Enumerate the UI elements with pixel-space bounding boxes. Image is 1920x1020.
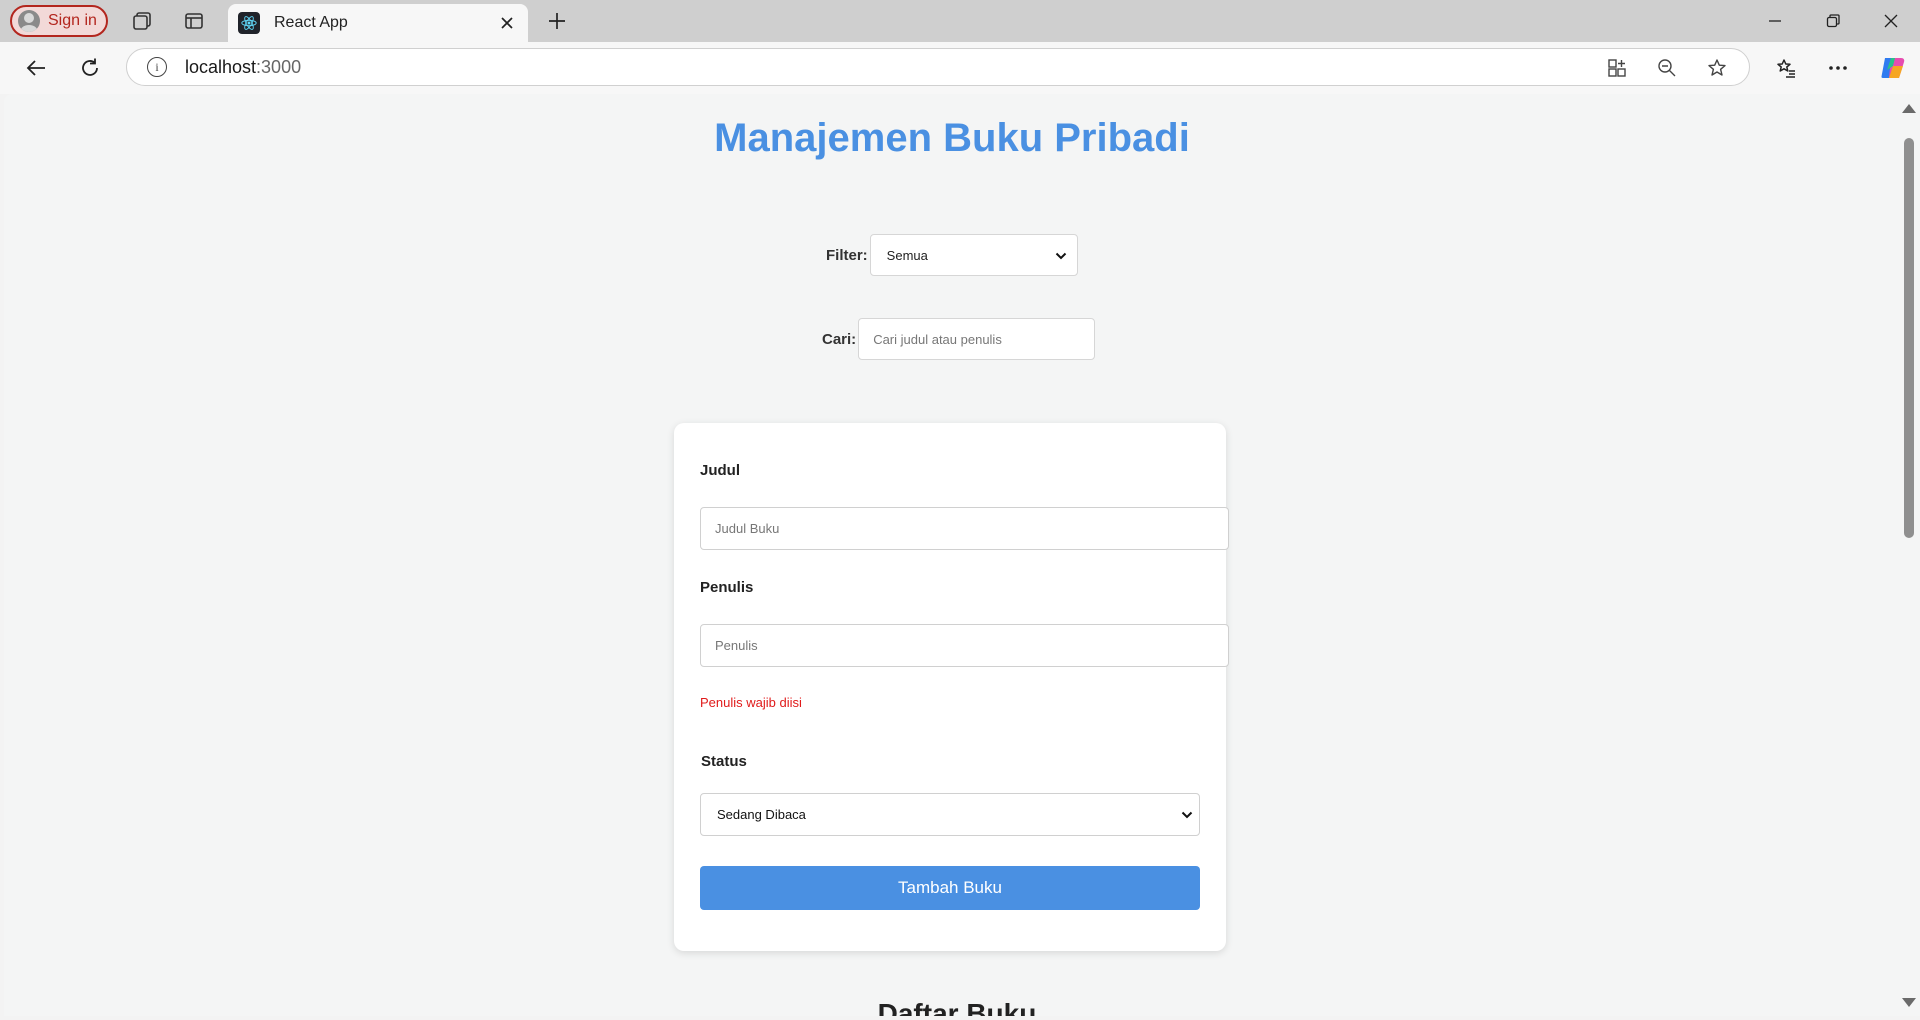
status-label: Status [701, 753, 747, 770]
add-book-button[interactable]: Tambah Buku [700, 866, 1200, 910]
filter-label: Filter: [826, 246, 868, 264]
scrollbar-thumb[interactable] [1904, 138, 1914, 538]
penulis-placeholder: Penulis [715, 638, 758, 653]
address-bar[interactable]: i localhost:3000 [126, 48, 1750, 86]
filter-select[interactable]: Semua [869, 234, 1078, 276]
search-row: Cari: Cari judul atau penulis [822, 318, 1096, 360]
sign-in-button[interactable]: Sign in [10, 5, 108, 37]
search-label: Cari: [822, 330, 857, 348]
tab-actions-icon[interactable] [180, 9, 208, 33]
page-title: Manajemen Buku Pribadi [714, 116, 1190, 160]
book-list-heading: Daftar Buku [877, 998, 1037, 1016]
add-book-form: Judul Judul Buku Penulis Penulis Penulis… [674, 423, 1229, 951]
profile-icon [18, 10, 40, 32]
site-info-icon[interactable]: i [147, 57, 167, 77]
penulis-error-message: Penulis wajib diisi [700, 695, 802, 710]
react-logo-icon [238, 12, 260, 34]
page-viewport: Manajemen Buku Pribadi Filter: Semua Car… [4, 94, 1900, 1016]
minimize-icon[interactable] [1760, 6, 1790, 36]
filter-row: Filter: Semua [826, 234, 1078, 276]
close-tab-icon[interactable] [492, 8, 522, 38]
favorites-icon[interactable] [1770, 52, 1802, 84]
copilot-icon[interactable] [1876, 51, 1910, 85]
scroll-down-icon[interactable] [1902, 998, 1916, 1007]
chevron-down-icon [1055, 248, 1067, 263]
workspaces-icon[interactable] [128, 9, 156, 33]
favorite-star-icon[interactable] [1705, 56, 1729, 80]
zoom-out-icon[interactable] [1655, 56, 1679, 80]
app-available-icon[interactable] [1605, 56, 1629, 80]
back-icon[interactable] [20, 52, 52, 84]
page-scrollbar[interactable] [1896, 94, 1920, 1016]
url-host: localhost [185, 56, 257, 77]
navigation-bar: i localhost:3000 [0, 42, 1920, 94]
close-window-icon[interactable] [1876, 6, 1906, 36]
url-port: :3000 [256, 56, 302, 77]
search-input[interactable]: Cari judul atau penulis [858, 318, 1096, 360]
chevron-down-icon [1181, 807, 1193, 822]
more-options-icon[interactable] [1822, 52, 1854, 84]
restore-icon[interactable] [1818, 6, 1848, 36]
scroll-up-icon[interactable] [1902, 104, 1916, 113]
new-tab-icon[interactable] [542, 6, 572, 36]
penulis-label: Penulis [700, 579, 754, 596]
tab-bar: Sign in React App [0, 0, 1920, 42]
judul-label: Judul [700, 462, 740, 479]
filter-selected-value: Semua [886, 247, 928, 263]
status-select[interactable]: Sedang Dibaca [700, 793, 1200, 836]
sign-in-label: Sign in [48, 12, 97, 29]
search-placeholder: Cari judul atau penulis [873, 331, 1002, 347]
judul-input[interactable]: Judul Buku [700, 507, 1229, 550]
reload-icon[interactable] [74, 52, 106, 84]
judul-placeholder: Judul Buku [715, 521, 780, 536]
tab-title: React App [274, 14, 348, 31]
status-selected-value: Sedang Dibaca [717, 807, 806, 822]
penulis-input[interactable]: Penulis [700, 624, 1229, 667]
tab-react-app[interactable]: React App [228, 4, 528, 42]
